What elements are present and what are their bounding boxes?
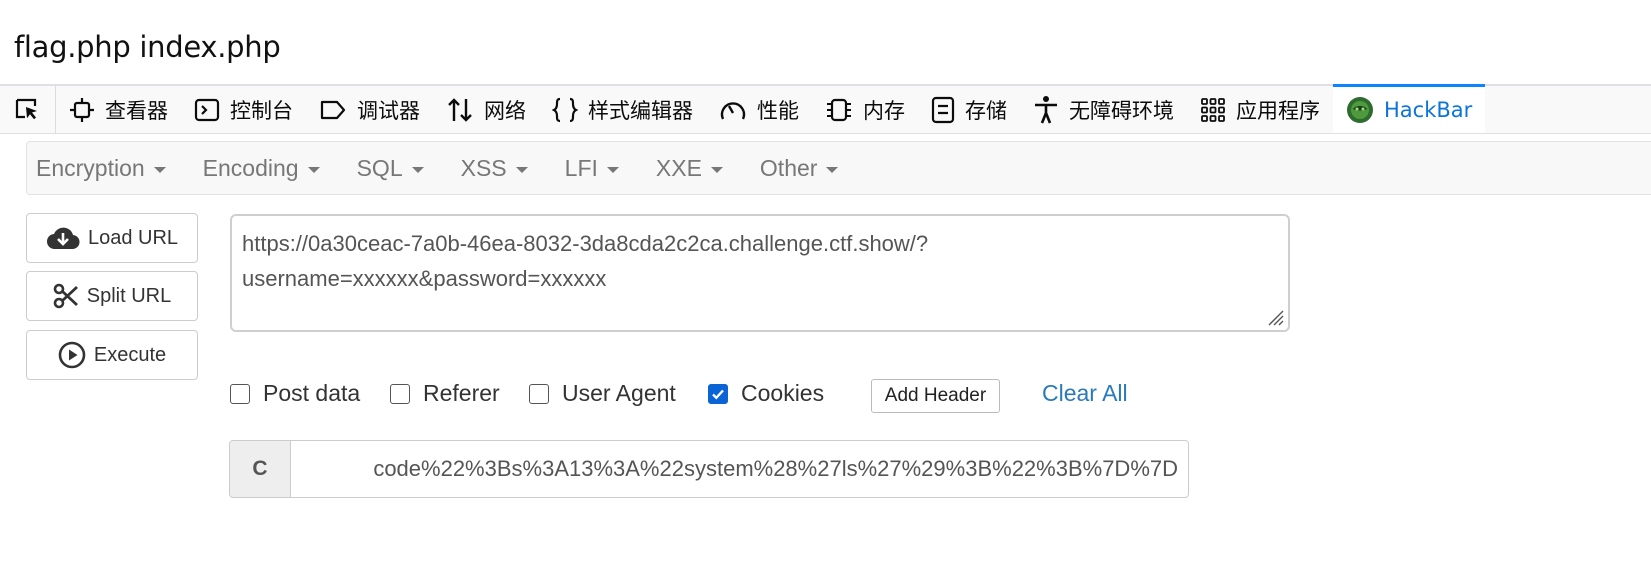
- style-editor-icon: [552, 97, 578, 122]
- url-textarea[interactable]: https://0a30ceac-7a0b-46ea-8032-3da8cda2…: [230, 214, 1290, 332]
- referer-checkbox[interactable]: [390, 383, 410, 404]
- caret-down-icon: [515, 166, 528, 173]
- menu-xss[interactable]: XSS: [452, 155, 546, 182]
- post-data-checkbox[interactable]: [230, 383, 250, 404]
- tab-style-editor[interactable]: 样式编辑器: [539, 86, 706, 133]
- tab-debugger[interactable]: 调试器: [306, 86, 433, 133]
- option-label: User Agent: [562, 380, 676, 406]
- execute-button[interactable]: Execute: [26, 330, 198, 380]
- cookie-input[interactable]: code%22%3Bs%3A13%3A%22system%28%27ls%27%…: [291, 441, 1188, 497]
- caret-down-icon: [153, 166, 166, 173]
- tab-console[interactable]: 控制台: [181, 86, 306, 133]
- console-icon: [194, 98, 220, 121]
- option-label: Post data: [263, 380, 361, 406]
- caret-down-icon: [307, 166, 320, 173]
- cookies-checkbox[interactable]: [708, 383, 728, 404]
- tab-label: 样式编辑器: [588, 98, 693, 123]
- menu-label: Other: [759, 154, 818, 181]
- hackbar-menubar: Encryption Encoding SQL XSS LFI XXE Othe…: [26, 141, 1651, 195]
- url-line-1: https://0a30ceac-7a0b-46ea-8032-3da8cda2…: [242, 231, 929, 256]
- menu-label: Encryption: [36, 154, 145, 181]
- referer-option[interactable]: Referer: [390, 380, 500, 407]
- option-label: Cookies: [741, 380, 825, 406]
- tab-label: 应用程序: [1236, 98, 1320, 123]
- tab-label: 内存: [863, 98, 905, 123]
- user-agent-checkbox[interactable]: [529, 383, 549, 404]
- clear-all-link[interactable]: Clear All: [1042, 380, 1128, 407]
- menu-encryption[interactable]: Encryption: [27, 155, 184, 182]
- menu-xxe[interactable]: XXE: [647, 155, 741, 182]
- element-picker-button[interactable]: [0, 86, 56, 133]
- network-icon: [448, 97, 472, 122]
- menu-other[interactable]: Other: [751, 155, 857, 182]
- cookies-option[interactable]: Cookies: [708, 380, 824, 407]
- tab-hackbar[interactable]: HackBar: [1333, 84, 1486, 133]
- menu-label: Encoding: [202, 154, 299, 181]
- add-header-button[interactable]: Add Header: [871, 379, 1000, 413]
- tab-network[interactable]: 网络: [433, 86, 539, 133]
- page-text: flag.php index.php: [14, 30, 281, 64]
- tab-accessibility[interactable]: 无障碍环境: [1020, 86, 1187, 133]
- caret-down-icon: [606, 166, 619, 173]
- menu-label: XXE: [655, 154, 702, 181]
- cloud-download-icon: [46, 227, 80, 250]
- tab-memory[interactable]: 内存: [812, 86, 918, 133]
- caret-down-icon: [411, 166, 424, 173]
- url-line-2: username=xxxxxx&password=xxxxxx: [242, 266, 607, 291]
- load-url-button[interactable]: Load URL: [26, 213, 198, 263]
- devtools-toolbar: 查看器 控制台 调试器 网络 样式编辑器 性能 内存 存储 无障碍环境 应用程序…: [0, 84, 1651, 134]
- caret-down-icon: [826, 166, 839, 173]
- tab-label: 控制台: [230, 98, 293, 123]
- split-url-button[interactable]: Split URL: [26, 271, 198, 321]
- menu-sql[interactable]: SQL: [348, 155, 442, 182]
- menu-label: SQL: [356, 154, 403, 181]
- performance-icon: [720, 101, 746, 119]
- application-icon: [1201, 97, 1225, 122]
- accessibility-icon: [1035, 95, 1057, 123]
- tab-label: 查看器: [105, 98, 168, 123]
- tab-label: 性能: [757, 98, 799, 123]
- resize-grip-icon[interactable]: [1263, 305, 1285, 327]
- menu-label: XSS: [460, 154, 507, 181]
- tab-label: 网络: [484, 98, 526, 123]
- post-data-option[interactable]: Post data: [230, 380, 360, 407]
- memory-icon: [827, 98, 851, 121]
- storage-icon: [931, 96, 955, 123]
- button-label: Split URL: [86, 284, 172, 307]
- tab-label: 存储: [965, 98, 1007, 123]
- inspector-icon: [70, 97, 94, 122]
- cookie-input-group: C code%22%3Bs%3A13%3A%22system%28%27ls%2…: [229, 440, 1189, 498]
- tab-label: 调试器: [357, 98, 420, 123]
- tab-label: 无障碍环境: [1069, 98, 1174, 123]
- scissors-icon: [53, 283, 78, 309]
- hackbar-icon: [1347, 96, 1373, 123]
- button-label: Execute: [93, 343, 167, 366]
- tab-inspector[interactable]: 查看器: [56, 86, 181, 133]
- tab-label: HackBar: [1384, 97, 1473, 122]
- cookie-addon-label: C: [230, 441, 291, 497]
- tab-performance[interactable]: 性能: [706, 86, 812, 133]
- user-agent-option[interactable]: User Agent: [529, 380, 676, 407]
- tab-application[interactable]: 应用程序: [1187, 86, 1333, 133]
- menu-encoding[interactable]: Encoding: [194, 155, 338, 182]
- play-circle-icon: [58, 341, 86, 369]
- menu-label: LFI: [564, 154, 598, 181]
- checkmark-icon: [712, 389, 724, 400]
- debugger-icon: [320, 100, 346, 119]
- caret-down-icon: [710, 166, 723, 173]
- element-picker-icon: [15, 98, 37, 119]
- menu-lfi[interactable]: LFI: [556, 155, 637, 182]
- tab-storage[interactable]: 存储: [918, 86, 1020, 133]
- option-label: Referer: [423, 380, 500, 406]
- button-label: Load URL: [87, 226, 179, 249]
